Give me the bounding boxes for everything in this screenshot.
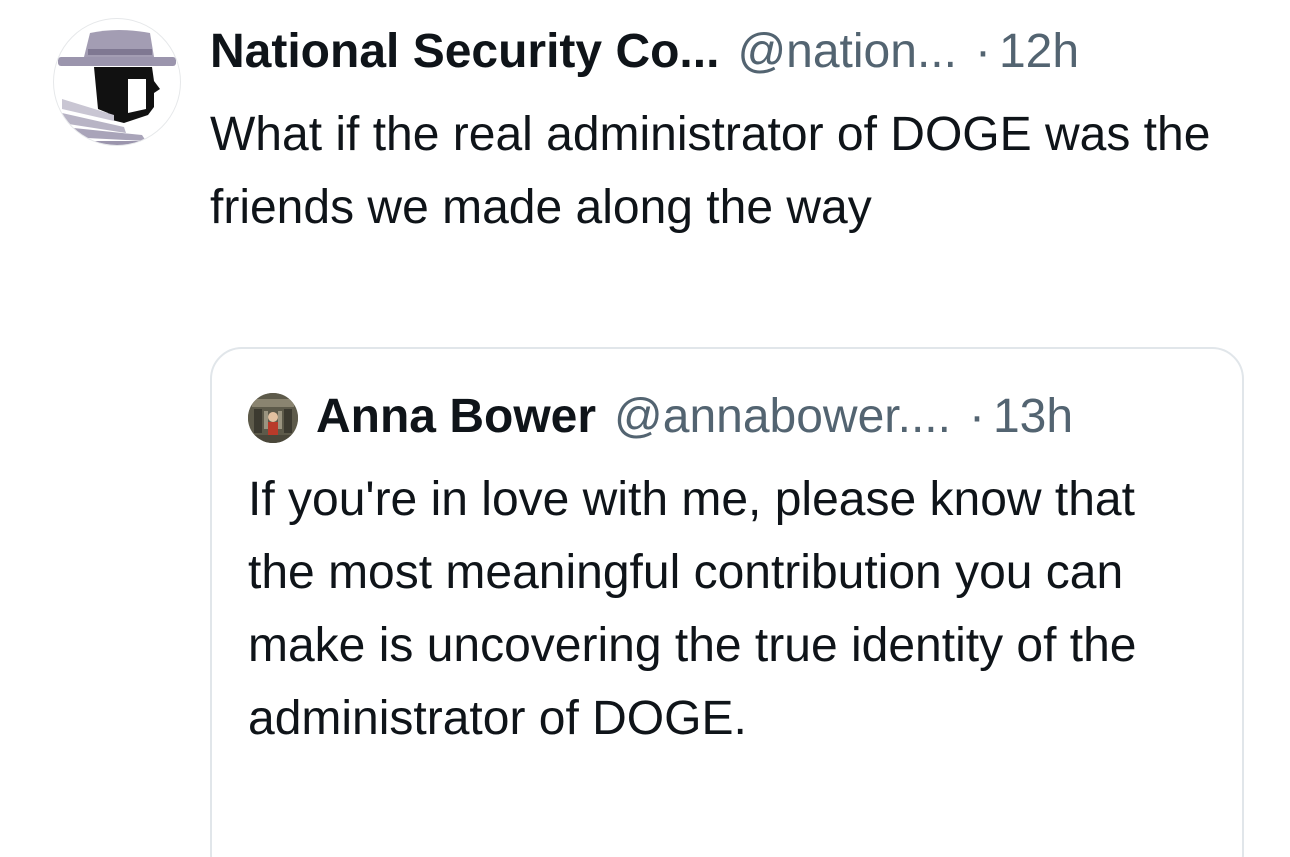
author-avatar[interactable] — [53, 18, 181, 146]
quoted-post-timestamp[interactable]: 13h — [993, 387, 1073, 447]
profile-photo-icon — [248, 393, 298, 443]
quoted-separator-dot: · — [968, 390, 985, 443]
separator-dot: · — [974, 25, 991, 78]
post[interactable]: National Security Co... @nation... · 12h… — [0, 0, 1290, 857]
quoted-author-handle[interactable]: @annabower.... — [614, 387, 951, 447]
author-handle[interactable]: @nation... — [737, 22, 957, 82]
quoted-author-name[interactable]: Anna Bower — [316, 387, 596, 447]
quoted-post-header: Anna Bower @annabower.... · 13h — [316, 387, 1073, 447]
quoted-post-card[interactable]: Anna Bower @annabower.... · 13h If you'r… — [210, 347, 1244, 857]
author-name[interactable]: National Security Co... — [210, 22, 719, 82]
post-header: National Security Co... @nation... · 12h — [210, 22, 1079, 82]
quoted-author-avatar[interactable] — [248, 393, 298, 443]
quoted-post-text: If you're in love with me, please know t… — [248, 473, 1137, 745]
post-timestamp[interactable]: 12h — [999, 22, 1079, 82]
post-text: What if the real administrator of DOGE w… — [210, 108, 1211, 234]
detective-hat-logo-icon — [58, 30, 176, 145]
